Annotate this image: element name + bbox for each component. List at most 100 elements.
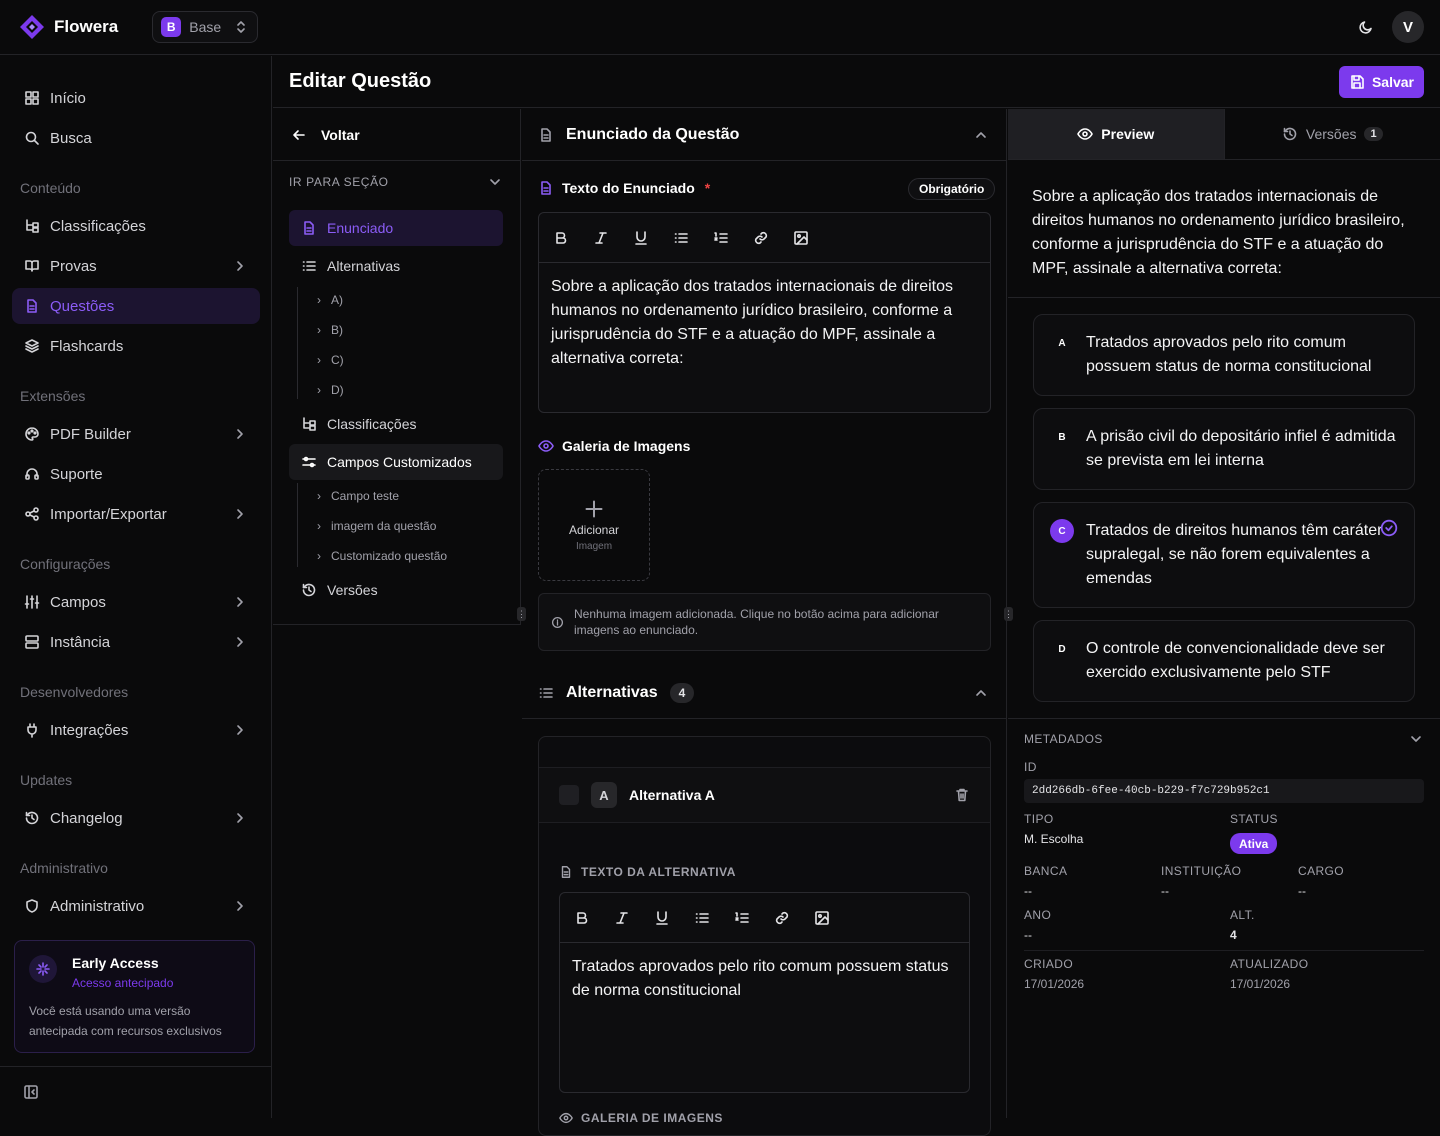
enunciado-field-label: Texto do Enunciado* [538,180,710,196]
section-link-alternativas[interactable]: Alternativas [289,248,503,284]
sidebar-item-label: Questões [50,298,114,315]
preview-option-b[interactable]: B A prisão civil do depositário infiel é… [1033,408,1415,490]
back-button[interactable]: Voltar [273,109,520,161]
section-link-alt-b[interactable]: ›B) [317,323,343,337]
ordered-list-icon[interactable] [734,910,750,926]
chevron-right-icon [232,722,248,738]
enunciado-text-area[interactable]: Sobre a aplicação dos tratados internaci… [539,263,990,383]
correct-checkbox[interactable] [559,785,579,805]
sidebar-item-questoes[interactable]: Questões [12,288,260,324]
sidebar-item-suporte[interactable]: Suporte [12,456,260,492]
underline-icon[interactable] [633,230,649,246]
chevron-right-icon [232,258,248,274]
sub-label: A) [331,293,343,307]
section-link-label: Versões [327,582,378,598]
sidebar-section-desenvolvedores: Desenvolvedores [20,684,128,700]
chevron-down-icon[interactable] [487,174,503,190]
chevron-down-icon[interactable] [1408,731,1424,747]
section-link-alt-c[interactable]: ›C) [317,353,344,367]
sidebar-item-integracoes[interactable]: Integrações [12,712,260,748]
section-link-label: Alternativas [327,258,400,274]
chevron-right-icon [232,426,248,442]
tab-preview[interactable]: Preview [1008,109,1225,159]
sidebar-item-administrativo[interactable]: Administrativo [12,888,260,924]
instituicao-label: INSTITUIÇÃO [1161,864,1241,878]
required-badge: Obrigatório [908,178,995,200]
tree-line [297,483,298,567]
search-icon [24,130,40,146]
sidebar-item-label: Provas [50,258,97,275]
tab-versoes[interactable]: Versões 1 [1225,109,1440,159]
trash-icon[interactable] [954,787,970,803]
chevron-right-icon [232,506,248,522]
section-link-imagem-questao[interactable]: ›imagem da questão [317,519,436,533]
sidebar-item-classificacoes[interactable]: Classificações [12,208,260,244]
alternativa-text-area[interactable]: Tratados aprovados pelo rito comum possu… [560,943,969,1015]
alternativas-section-header[interactable]: Alternativas 4 [522,667,1007,719]
required-mark: * [705,180,710,196]
italic-icon[interactable] [593,230,609,246]
sidebar-item-instancia[interactable]: Instância [12,624,260,660]
section-link-campos[interactable]: Campos Customizados [289,444,503,480]
preview-panel: Preview Versões 1 Sobre a aplicação dos … [1008,109,1440,1118]
add-image-button[interactable]: Adicionar Imagem [538,469,650,581]
sidebar-item-flashcards[interactable]: Flashcards [12,328,260,364]
bullet-list-icon[interactable] [694,910,710,926]
metadata-heading: METADADOS [1024,732,1103,746]
preview-option-a[interactable]: A Tratados aprovados pelo rito comum pos… [1033,314,1415,396]
sidebar-item-campos[interactable]: Campos [12,584,260,620]
workspace-selector[interactable]: B Base [152,11,258,43]
sidebar: Início Busca Conteúdo Classificações Pro… [0,56,272,1118]
save-button[interactable]: Salvar [1339,66,1424,98]
sidebar-item-provas[interactable]: Provas [12,248,260,284]
check-circle-icon [1380,519,1398,537]
section-link-alt-a[interactable]: ›A) [317,293,343,307]
italic-icon[interactable] [614,910,630,926]
option-text: A prisão civil do depositário infiel é a… [1086,425,1396,473]
moon-icon[interactable] [1358,19,1374,35]
section-link-enunciado[interactable]: Enunciado [289,210,503,246]
sidebar-item-inicio[interactable]: Início [12,80,260,116]
section-link-classificacoes[interactable]: Classificações [289,406,503,442]
sidebar-item-changelog[interactable]: Changelog [12,800,260,836]
sidebar-section-administrativo: Administrativo [20,860,108,876]
link-icon[interactable] [774,910,790,926]
bold-icon[interactable] [553,230,569,246]
bullet-list-icon[interactable] [673,230,689,246]
link-icon[interactable] [753,230,769,246]
tree-line [297,287,298,399]
sidebar-toggle-icon[interactable] [23,1084,39,1100]
preview-option-d[interactable]: D O controle de convencionalidade deve s… [1033,620,1415,702]
image-icon[interactable] [793,230,809,246]
section-link-customizado[interactable]: ›Customizado questão [317,549,447,563]
sidebar-item-busca[interactable]: Busca [12,120,260,156]
section-link-campo-teste[interactable]: ›Campo teste [317,489,399,503]
sidebar-item-label: Classificações [50,218,146,235]
editor-toolbar [560,893,969,943]
file-text-icon [538,127,554,143]
section-link-alt-d[interactable]: ›D) [317,383,344,397]
brand[interactable]: Flowera [18,13,118,41]
chevron-right-icon [232,634,248,650]
plug-icon [24,722,40,738]
sidebar-item-label: Busca [50,130,92,147]
early-access-card: Early Access Acesso antecipado Você está… [14,940,255,1053]
enunciado-section-header[interactable]: Enunciado da Questão [522,109,1007,161]
underline-icon[interactable] [654,910,670,926]
sidebar-section-extensoes: Extensões [20,388,85,404]
bold-icon[interactable] [574,910,590,926]
image-icon[interactable] [814,910,830,926]
divider [1008,718,1440,719]
sidebar-item-pdf-builder[interactable]: PDF Builder [12,416,260,452]
shield-icon [24,898,40,914]
sliders-icon [24,594,40,610]
avatar[interactable]: V [1392,11,1424,43]
editor-toolbar [539,213,990,263]
sidebar-item-label: Início [50,90,86,107]
sub-label: D) [331,383,344,397]
sidebar-item-importar-exportar[interactable]: Importar/Exportar [12,496,260,532]
ordered-list-icon[interactable] [713,230,729,246]
section-nav-heading: IR PARA SEÇÃO [289,175,389,189]
preview-option-c[interactable]: C Tratados de direitos humanos têm carát… [1033,502,1415,608]
section-link-versoes[interactable]: Versões [289,572,503,608]
